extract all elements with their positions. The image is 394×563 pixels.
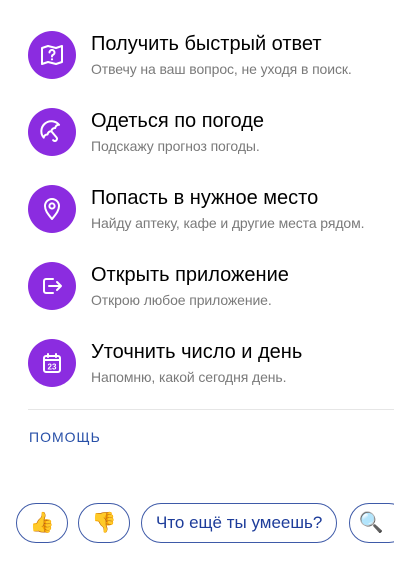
- suggestion-label: Что ещё ты умеешь?: [156, 513, 323, 532]
- thumbs-down-button[interactable]: 👎: [78, 503, 130, 543]
- suggestion-bar: 👍 👎 Что ещё ты умеешь? 🔍: [0, 495, 394, 553]
- skill-subtitle: Отвечу на ваш вопрос, не уходя в поиск.: [91, 61, 352, 77]
- help-link[interactable]: ПОМОЩЬ: [29, 429, 101, 445]
- location-pin-icon: [28, 185, 76, 233]
- thumbs-up-button[interactable]: 👍: [16, 503, 68, 543]
- skill-subtitle: Подскажу прогноз погоды.: [91, 138, 260, 154]
- skill-subtitle: Найду аптеку, кафе и другие места рядом.: [91, 215, 365, 231]
- skill-title: Попасть в нужное место: [91, 187, 319, 209]
- skill-item-weather[interactable]: Одеться по погоде Подскажу прогноз погод…: [28, 108, 394, 172]
- search-icon: 🔍: [358, 512, 384, 534]
- skill-item-date[interactable]: 23 Уточнить число и день Напомню, какой …: [28, 339, 394, 403]
- divider: [28, 409, 394, 410]
- skill-title: Получить быстрый ответ: [91, 33, 322, 55]
- search-button[interactable]: 🔍: [349, 503, 394, 543]
- calendar-icon: 23: [28, 339, 76, 387]
- calendar-number: 23: [48, 363, 57, 372]
- skill-title: Одеться по погоде: [91, 110, 265, 132]
- skill-item-quick-answer[interactable]: Получить быстрый ответ Отвечу на ваш воп…: [28, 31, 394, 95]
- skill-item-open-app[interactable]: Открыть приложение Открою любое приложен…: [28, 262, 394, 326]
- skill-subtitle: Открою любое приложение.: [91, 292, 272, 308]
- skill-subtitle: Напомню, какой сегодня день.: [91, 369, 287, 385]
- thumbs-down-icon: 👎: [91, 512, 117, 534]
- open-app-icon: [28, 262, 76, 310]
- map-question-icon: [28, 31, 76, 79]
- umbrella-icon: [28, 108, 76, 156]
- skill-title: Открыть приложение: [91, 264, 289, 286]
- skill-title: Уточнить число и день: [91, 341, 303, 363]
- skills-card: Получить быстрый ответ Отвечу на ваш воп…: [14, 0, 394, 455]
- skill-item-place[interactable]: Попасть в нужное место Найду аптеку, каф…: [28, 185, 394, 249]
- suggestion-button[interactable]: Что ещё ты умеешь?: [141, 503, 338, 543]
- thumbs-up-icon: 👍: [29, 512, 55, 534]
